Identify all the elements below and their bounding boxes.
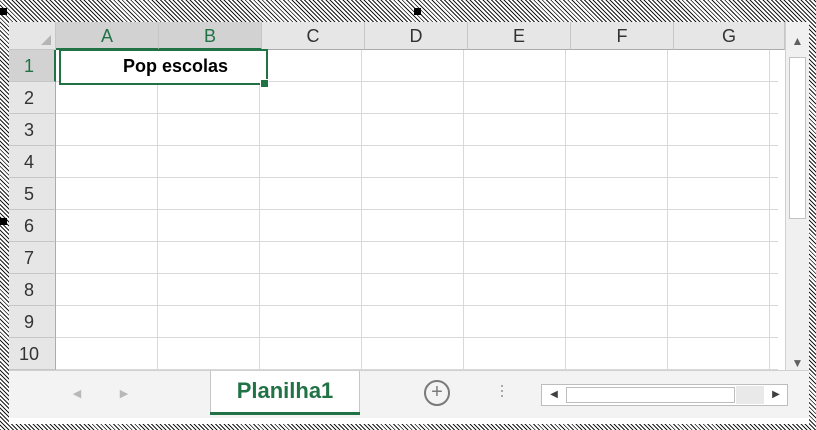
column-header-d[interactable]: D xyxy=(365,22,468,50)
select-all-button[interactable] xyxy=(9,22,56,50)
row-header-4[interactable]: 4 xyxy=(9,146,56,178)
fill-handle[interactable] xyxy=(260,79,269,88)
triangle-up-icon[interactable]: ▲ xyxy=(786,30,809,52)
row-header-1[interactable]: 1 xyxy=(9,50,56,82)
row-header-2[interactable]: 2 xyxy=(9,82,56,114)
row-header-7[interactable]: 7 xyxy=(9,242,56,274)
row-header-10[interactable]: 10 xyxy=(9,338,56,370)
column-header-e[interactable]: E xyxy=(468,22,571,50)
sheet-tab-planilha1[interactable]: Planilha1 xyxy=(210,371,360,412)
cell-grid[interactable] xyxy=(56,50,778,370)
row-header-8[interactable]: 8 xyxy=(9,274,56,306)
triangle-left-icon[interactable]: ◀ xyxy=(66,380,88,408)
column-header-a[interactable]: A xyxy=(56,22,159,50)
tab-splitter-handle[interactable] xyxy=(500,382,504,404)
column-header-g[interactable]: G xyxy=(674,22,785,50)
plus-circle-icon[interactable]: + xyxy=(424,380,450,406)
row-header-6[interactable]: 6 xyxy=(9,210,56,242)
column-header-c[interactable]: C xyxy=(262,22,365,50)
column-header-f[interactable]: F xyxy=(571,22,674,50)
row-header-5[interactable]: 5 xyxy=(9,178,56,210)
row-header-9[interactable]: 9 xyxy=(9,306,56,338)
scroll-right-icon[interactable]: ▶ xyxy=(765,385,787,405)
resize-handle-middle-left[interactable] xyxy=(0,218,7,225)
sheet-tab-bar: ◀ ▶ Planilha1 + ◀ ▶ xyxy=(9,370,809,418)
vertical-scroll-thumb[interactable] xyxy=(789,57,806,219)
vertical-scrollbar[interactable]: ▲ ▼ xyxy=(785,22,809,372)
resize-handle-top-middle[interactable] xyxy=(414,8,421,15)
column-header-b[interactable]: B xyxy=(159,22,262,50)
active-cell-a1[interactable]: Pop escolas xyxy=(59,49,268,85)
horizontal-scroll-track[interactable] xyxy=(736,386,764,404)
cell-a1-value: Pop escolas xyxy=(123,56,229,76)
active-tab-indicator xyxy=(210,412,360,415)
row-header-3[interactable]: 3 xyxy=(9,114,56,146)
resize-handle-top-left[interactable] xyxy=(0,8,7,15)
scroll-left-icon[interactable]: ◀ xyxy=(543,385,565,405)
select-all-triangle-icon xyxy=(41,35,51,45)
horizontal-scroll-thumb[interactable] xyxy=(566,387,735,403)
triangle-right-icon[interactable]: ▶ xyxy=(113,380,135,408)
horizontal-scrollbar[interactable]: ◀ ▶ xyxy=(541,384,788,406)
